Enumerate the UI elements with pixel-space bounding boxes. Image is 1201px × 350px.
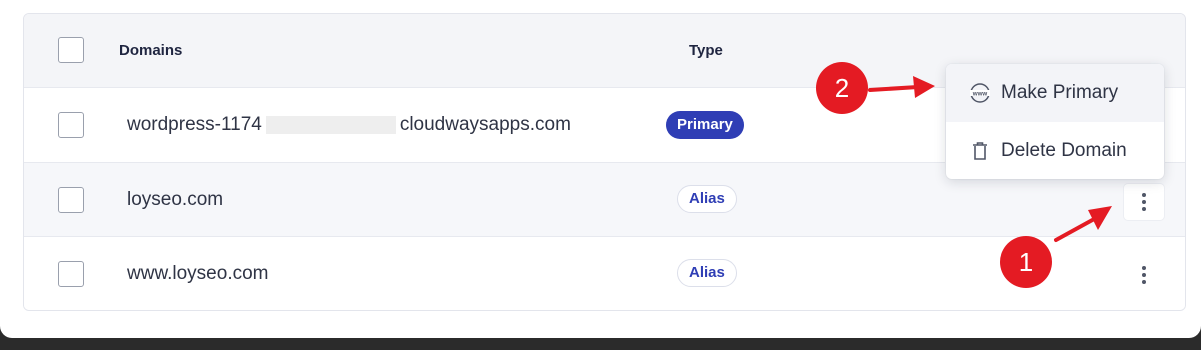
make-primary-menu-item[interactable]: www Make Primary [946, 64, 1164, 122]
arrow-to-actions-button [1054, 206, 1112, 242]
trash-icon [969, 140, 991, 162]
row-checkbox[interactable] [58, 187, 84, 213]
domain-name: loyseo.com [127, 189, 224, 210]
row-checkbox[interactable] [58, 112, 84, 138]
row-actions-menu: www Make Primary Delete Domain [946, 64, 1164, 179]
type-column-header: Type [689, 42, 723, 59]
domains-column-header: Domains [119, 42, 183, 59]
step-marker-2: 2 [816, 62, 868, 114]
domain-prefix: wordpress-1174 [127, 114, 262, 135]
domain-name: www.loyseo.com [127, 263, 269, 284]
primary-badge: Primary [666, 111, 744, 139]
domain-suffix: cloudwaysapps.com [399, 114, 571, 135]
delete-domain-menu-item[interactable]: Delete Domain [946, 122, 1164, 179]
row-actions-button[interactable] [1124, 184, 1164, 220]
kebab-dot [1142, 266, 1146, 270]
kebab-dot [1142, 207, 1146, 211]
kebab-dot [1142, 200, 1146, 204]
select-all-checkbox[interactable] [58, 37, 84, 63]
step-marker-1: 1 [1000, 236, 1052, 288]
row-checkbox[interactable] [58, 261, 84, 287]
delete-domain-label: Delete Domain [1001, 140, 1127, 161]
domains-card: Domains Type wordpress-1174 cloudwaysapps… [0, 0, 1201, 338]
domain-name: wordpress-1174 cloudwaysapps.com [127, 114, 571, 136]
redacted-block [265, 115, 396, 134]
kebab-dot [1142, 273, 1146, 277]
row-actions-button[interactable] [1124, 257, 1164, 293]
svg-text:www: www [972, 90, 988, 97]
www-globe-icon: www [969, 82, 991, 104]
kebab-dot [1142, 193, 1146, 197]
make-primary-label: Make Primary [1001, 82, 1119, 103]
kebab-dot [1142, 280, 1146, 284]
alias-badge: Alias [677, 259, 737, 287]
alias-badge: Alias [677, 185, 737, 213]
